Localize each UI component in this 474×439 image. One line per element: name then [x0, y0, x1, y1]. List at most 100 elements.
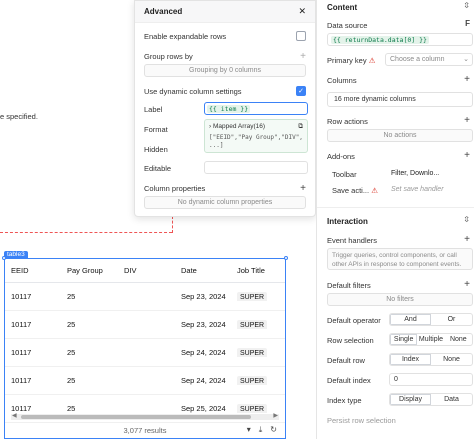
toolbar-value[interactable]: Filter, Downlo...: [391, 170, 439, 177]
column-header-date[interactable]: Date: [181, 266, 237, 275]
cell-eeid: 10117: [11, 292, 32, 301]
cell-date: Sep 25, 2024: [181, 404, 226, 413]
no-filters-button[interactable]: No filters: [327, 293, 473, 306]
persist-row-label: Persist row selection: [327, 416, 396, 425]
advanced-title: Advanced: [144, 7, 183, 16]
job-title-tag: SUPER: [237, 320, 268, 329]
cell-pay-group: 25: [67, 376, 76, 385]
default-row-index-option[interactable]: Index: [390, 354, 431, 365]
cell-date: Sep 23, 2024: [181, 292, 226, 301]
group-rows-label: Group rows by: [144, 52, 193, 61]
expandable-rows-label: Enable expandable rows: [144, 31, 227, 41]
label-input[interactable]: {{ item }}: [204, 102, 308, 115]
dynamic-settings-label: Use dynamic column settings: [144, 86, 242, 96]
primary-key-label: Primary key ⚠: [327, 56, 376, 65]
interaction-section-title: Interaction: [327, 217, 368, 226]
horizontal-scrollbar[interactable]: ◀ ▶: [11, 412, 279, 420]
default-index-label: Default index: [327, 376, 371, 385]
table-row[interactable]: 10117 25 Sep 24, 2024 SUPER: [5, 367, 285, 395]
resize-handle[interactable]: [284, 256, 288, 260]
save-handler-value[interactable]: Set save handler: [391, 186, 444, 193]
index-type-toggle[interactable]: Display Data: [389, 393, 473, 406]
selection-single-option[interactable]: Single: [390, 334, 418, 345]
add-property-icon[interactable]: +: [300, 183, 306, 194]
cell-job-title: SUPER: [237, 320, 283, 329]
primary-key-select[interactable]: Choose a column ⌄: [385, 53, 473, 66]
advanced-header: Advanced ✕: [135, 1, 315, 23]
warning-icon: ⚠: [368, 56, 376, 65]
download-icon[interactable]: ⤓: [259, 425, 263, 435]
default-operator-toggle[interactable]: And Or: [389, 313, 473, 326]
filter-icon[interactable]: ▾: [247, 425, 251, 435]
container-dashed-border-vertical: [172, 216, 173, 233]
add-filter-icon[interactable]: +: [464, 279, 470, 290]
add-group-icon[interactable]: +: [300, 51, 306, 62]
selection-none-option[interactable]: None: [445, 334, 472, 345]
scrollbar-thumb[interactable]: [21, 415, 251, 419]
column-header-eeid[interactable]: EEID: [5, 266, 67, 275]
preview-title: › Mapped Array(16): [209, 123, 266, 130]
table-row[interactable]: 10117 25 Sep 24, 2024 SUPER: [5, 339, 285, 367]
close-icon[interactable]: ✕: [298, 6, 306, 17]
default-index-input[interactable]: 0: [389, 373, 473, 386]
dynamic-settings-checkbox[interactable]: ✓: [296, 86, 306, 96]
container-dashed-border: [0, 232, 172, 233]
row-actions-label: Row actions: [327, 117, 368, 126]
operator-or-option[interactable]: Or: [431, 314, 472, 325]
cell-date: Sep 24, 2024: [181, 348, 226, 357]
no-actions-button[interactable]: No actions: [327, 129, 473, 142]
default-row-none-option[interactable]: None: [431, 354, 472, 365]
cell-date: Sep 23, 2024: [181, 320, 226, 329]
dynamic-columns-item[interactable]: 16 more dynamic columns: [327, 92, 473, 107]
cell-date: Sep 24, 2024: [181, 376, 226, 385]
refresh-icon[interactable]: ↻: [270, 425, 277, 435]
format-label: Format: [144, 125, 168, 134]
scroll-right-icon[interactable]: ▶: [273, 412, 278, 419]
columns-label: Columns: [327, 76, 357, 85]
results-count: 3,077 results: [123, 425, 167, 435]
copy-icon[interactable]: ⧉: [298, 123, 303, 131]
add-row-action-icon[interactable]: +: [464, 115, 470, 126]
cell-pay-group: 25: [67, 292, 76, 301]
column-header-div[interactable]: DIV: [124, 266, 181, 275]
section-collapse-icon[interactable]: ⇳: [463, 1, 470, 10]
job-title-tag: SUPER: [237, 292, 268, 301]
table-row[interactable]: 10117 25 Sep 23, 2024 SUPER: [5, 283, 285, 311]
cell-eeid: 10117: [11, 320, 32, 329]
default-row-toggle[interactable]: Index None: [389, 353, 473, 366]
operator-and-option[interactable]: And: [390, 314, 431, 325]
save-actions-label: Save acti... ⚠: [332, 186, 378, 195]
grouping-button[interactable]: Grouping by 0 columns: [144, 64, 306, 77]
no-properties-button[interactable]: No dynamic column properties: [144, 196, 306, 209]
cell-job-title: SUPER: [237, 376, 283, 385]
row-selection-toggle[interactable]: Single Multiple None: [389, 333, 473, 346]
column-header-job-title[interactable]: Job Title: [237, 266, 283, 275]
resize-handle[interactable]: [2, 256, 6, 260]
fx-icon[interactable]: F: [465, 19, 470, 28]
preview-value: ["EEID","Pay Group","DIV", ...]: [209, 134, 303, 149]
group-rows-row: Group rows by +: [144, 51, 306, 62]
index-type-data-option[interactable]: Data: [431, 394, 472, 405]
inspector-panel: Content ⇳ Data source F {{ returnData.da…: [316, 0, 474, 439]
add-column-icon[interactable]: +: [464, 74, 470, 85]
event-handlers-label: Event handlers: [327, 236, 378, 245]
column-header-pay-group[interactable]: Pay Group: [67, 266, 124, 275]
table-row[interactable]: 10117 25 Sep 23, 2024 SUPER: [5, 311, 285, 339]
cell-pay-group: 25: [67, 348, 76, 357]
table-header-row: EEID Pay Group DIV Date Job Title: [5, 259, 285, 283]
canvas-note-text: e specified.: [0, 112, 38, 121]
section-collapse-icon[interactable]: ⇳: [463, 215, 470, 224]
selection-multiple-option[interactable]: Multiple: [417, 334, 444, 345]
add-event-handler-icon[interactable]: +: [464, 234, 470, 245]
add-addon-icon[interactable]: +: [464, 150, 470, 161]
editable-input[interactable]: [204, 161, 308, 174]
expandable-rows-checkbox[interactable]: [296, 31, 306, 41]
cell-eeid: 10117: [11, 376, 32, 385]
index-type-label: Index type: [327, 396, 362, 405]
index-type-display-option[interactable]: Display: [390, 394, 431, 405]
data-source-input[interactable]: {{ returnData.data[0] }}: [327, 33, 473, 46]
scroll-left-icon[interactable]: ◀: [12, 412, 17, 419]
table-component[interactable]: EEID Pay Group DIV Date Job Title 10117 2…: [2, 256, 288, 439]
row-selection-label: Row selection: [327, 336, 374, 345]
dynamic-settings-row: Use dynamic column settings ✓: [144, 86, 306, 96]
